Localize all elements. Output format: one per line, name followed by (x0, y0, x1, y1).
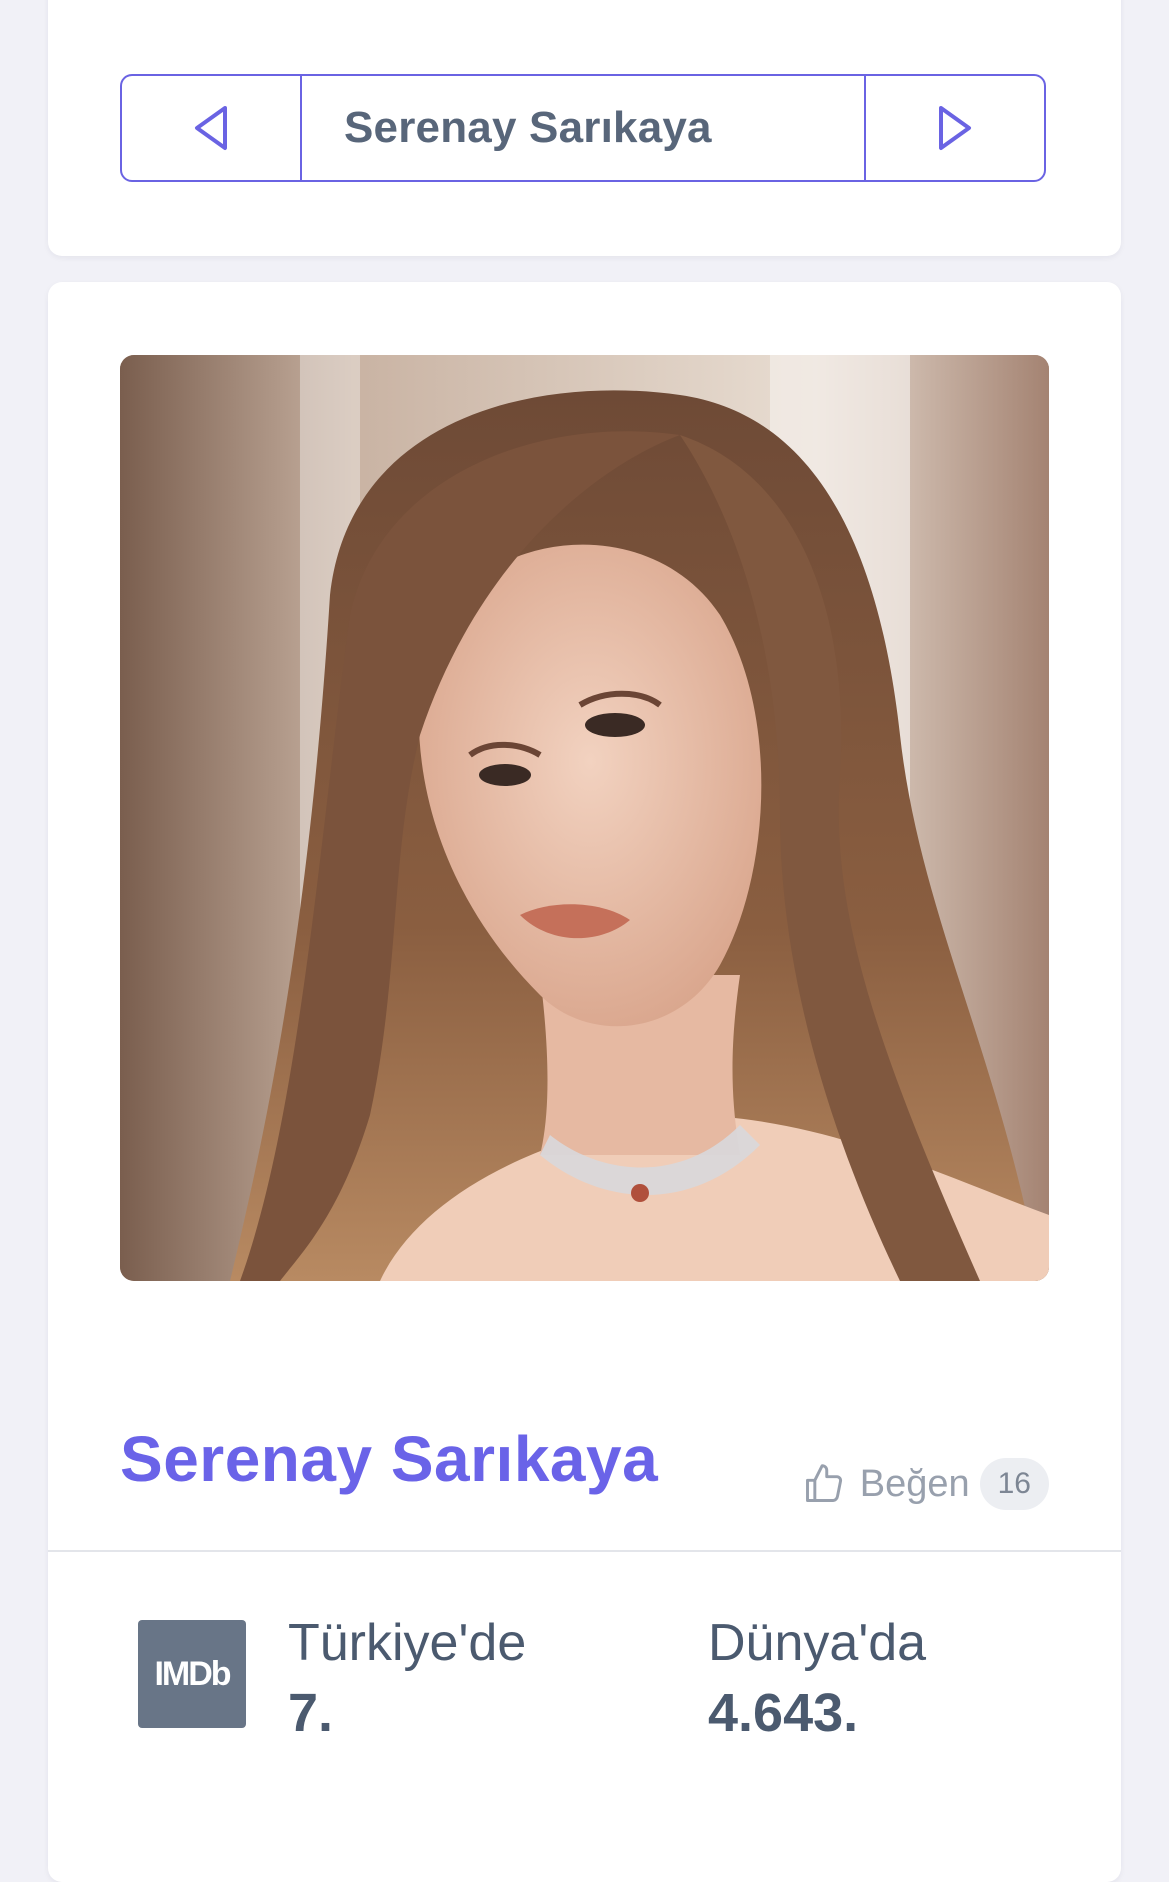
thumbs-up-icon (805, 1464, 842, 1502)
turkey-ranking-label: Türkiye'de (288, 1614, 527, 1672)
divider (48, 1550, 1121, 1552)
previous-button[interactable] (122, 76, 302, 180)
world-ranking-label: Dünya'da (708, 1614, 927, 1672)
profile-card: Serenay Sarıkaya Beğen 16 IMDb Türkiye'd… (48, 282, 1121, 1882)
imdb-logo: IMDb (138, 1620, 246, 1728)
profile-photo (120, 355, 1049, 1281)
world-ranking: Dünya'da 4.643. (708, 1612, 926, 1746)
like-button[interactable]: Beğen 16 (802, 1458, 1049, 1510)
turkey-ranking-value: 7. (288, 1683, 334, 1743)
triangle-right-icon (939, 106, 971, 150)
world-ranking-value: 4.643. (708, 1683, 859, 1743)
next-button[interactable] (864, 76, 1044, 180)
navigator-card: Serenay Sarıkaya (48, 0, 1121, 256)
triangle-left-icon (195, 106, 227, 150)
profile-name: Serenay Sarıkaya (120, 1423, 659, 1495)
like-label: Beğen (859, 1462, 970, 1505)
profile-navigator: Serenay Sarıkaya (120, 74, 1046, 182)
turkey-ranking: Türkiye'de 7. (288, 1612, 526, 1746)
navigator-title: Serenay Sarıkaya (344, 103, 712, 152)
like-count-badge: 16 (979, 1458, 1049, 1510)
